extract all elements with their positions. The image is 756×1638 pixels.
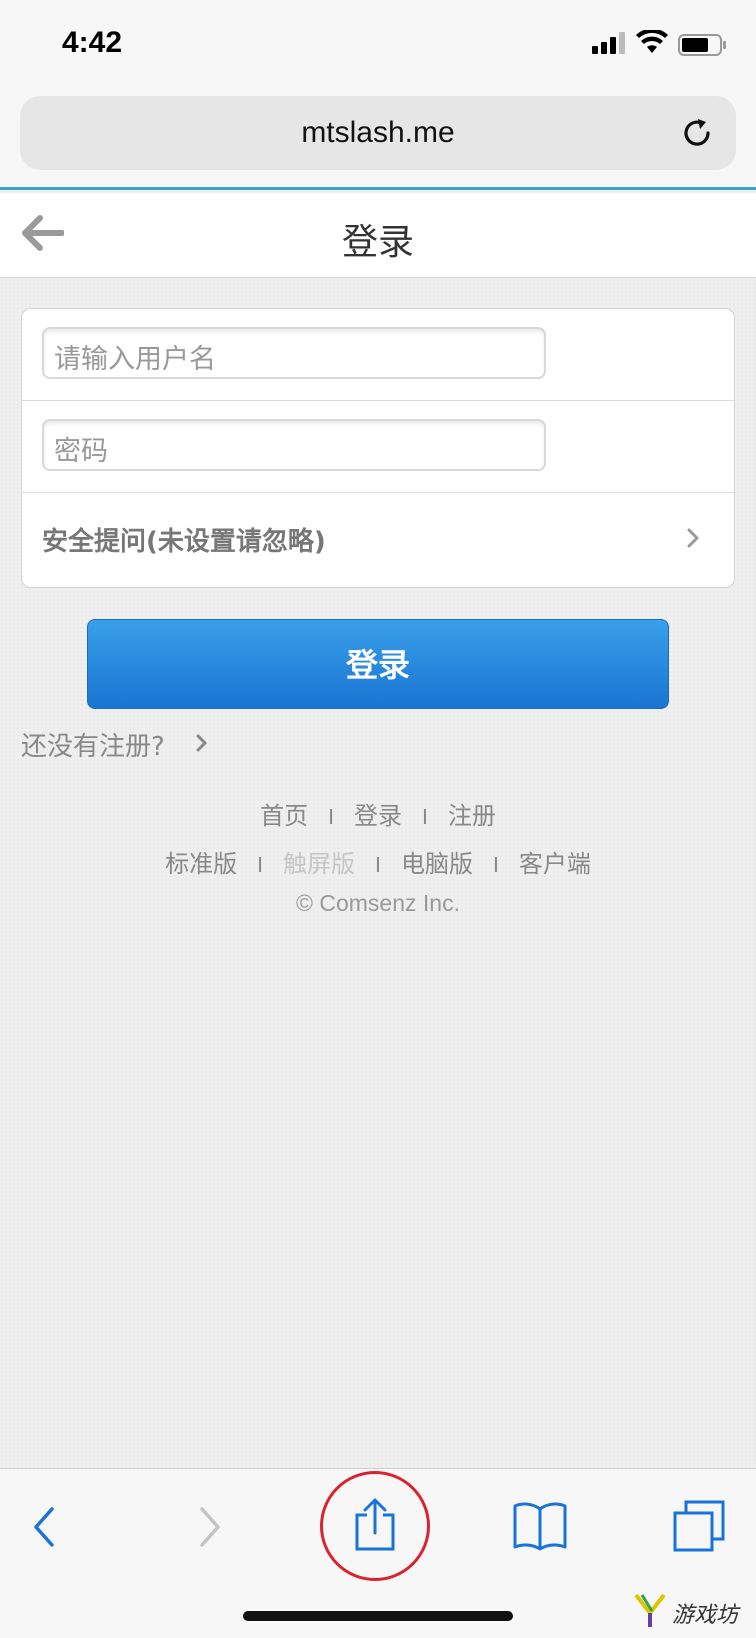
bookmarks-icon[interactable] bbox=[512, 1501, 568, 1553]
footer-link-standard[interactable]: 标准版 bbox=[165, 850, 237, 878]
footer-link-register[interactable]: 注册 bbox=[448, 802, 496, 830]
footer-separator: I bbox=[328, 805, 334, 829]
footer-separator: I bbox=[422, 805, 428, 829]
username-row: 请输入用户名 bbox=[22, 309, 734, 401]
browser-toolbar: 游戏坊 bbox=[0, 1468, 756, 1638]
footer-link-desktop[interactable]: 电脑版 bbox=[401, 850, 473, 878]
password-row: 密码 bbox=[22, 401, 734, 493]
register-link[interactable]: 还没有注册? bbox=[21, 726, 165, 763]
watermark-logo-icon bbox=[634, 1593, 666, 1627]
chevron-right-icon[interactable] bbox=[196, 734, 208, 752]
share-icon[interactable] bbox=[353, 1497, 397, 1553]
chevron-right-icon bbox=[687, 528, 699, 548]
url-text[interactable]: mtslash.me bbox=[20, 116, 736, 150]
footer-link-home[interactable]: 首页 bbox=[260, 802, 308, 830]
page-title: 登录 bbox=[341, 222, 414, 263]
status-time: 4:42 bbox=[62, 26, 123, 59]
footer-link-touch: 触屏版 bbox=[283, 850, 356, 878]
security-question-select[interactable]: 安全提问(未设置请忽略) bbox=[22, 493, 734, 587]
cellular-signal-icon bbox=[592, 32, 625, 54]
wifi-icon bbox=[636, 30, 668, 53]
password-input[interactable]: 密码 bbox=[42, 419, 546, 471]
login-form: 请输入用户名 密码 安全提问(未设置请忽略) bbox=[21, 308, 735, 588]
footer-nav: 首页 I 登录 I 注册 bbox=[0, 796, 756, 831]
status-bar: 4:42 bbox=[0, 0, 756, 90]
footer-link-login[interactable]: 登录 bbox=[354, 802, 402, 830]
page-header: 登录 bbox=[0, 193, 756, 278]
username-input[interactable]: 请输入用户名 bbox=[42, 327, 546, 379]
tabs-icon[interactable] bbox=[672, 1499, 726, 1553]
home-indicator bbox=[243, 1611, 513, 1621]
login-button[interactable]: 登录 bbox=[87, 619, 669, 709]
footer-link-client[interactable]: 客户端 bbox=[519, 850, 591, 878]
copyright-text: © Comsenz Inc. bbox=[296, 890, 460, 916]
battery-icon bbox=[678, 34, 726, 56]
watermark-text: 游戏坊 bbox=[672, 1603, 739, 1628]
forward-chevron-icon[interactable] bbox=[196, 1505, 224, 1549]
back-chevron-icon[interactable] bbox=[30, 1505, 58, 1549]
security-question-label: 安全提问(未设置请忽略) bbox=[42, 527, 326, 557]
footer-separator: I bbox=[375, 853, 381, 877]
footer-separator: I bbox=[492, 853, 499, 877]
reload-icon[interactable] bbox=[680, 116, 714, 150]
login-page-content: 请输入用户名 密码 安全提问(未设置请忽略) 登录 还没有注册? 首页 I 登录 I 注… bbox=[0, 278, 756, 1468]
browser-address-area: mtslash.me bbox=[0, 90, 756, 190]
address-bar[interactable]: mtslash.me bbox=[20, 96, 736, 170]
footer-separator: I bbox=[257, 853, 264, 877]
footer-versions: 标准版 I 触屏版 I 电脑版 I 客户端 bbox=[0, 844, 756, 879]
